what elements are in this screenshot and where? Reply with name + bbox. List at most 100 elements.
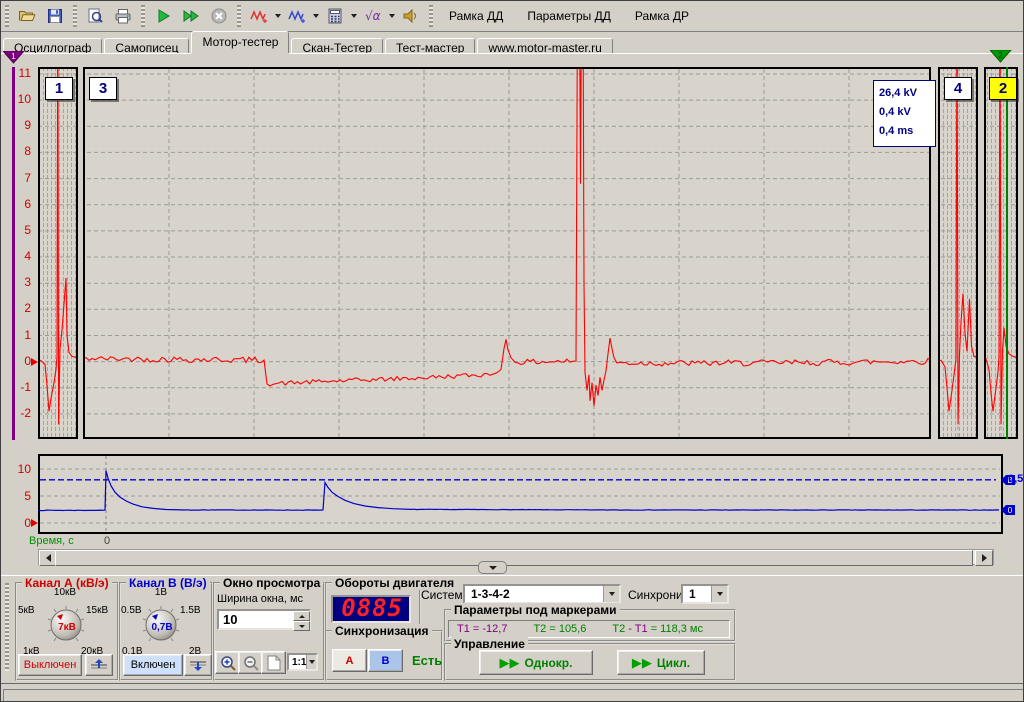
cycle-run-button[interactable]: ▶▶ Цикл. — [617, 650, 705, 675]
calculator-button[interactable] — [322, 4, 348, 28]
tab-bar: ОсциллографСамописецМотор-тестерСкан-Тес… — [1, 31, 1024, 53]
overview-canvas[interactable] — [38, 454, 1003, 534]
zero-level-marker[interactable]: 0 — [1001, 505, 1015, 515]
system-select[interactable]: 1-3-4-2 — [463, 584, 621, 604]
workspace: 1 2 11109876543210-1-2 1 3 4 2 26,4 kV 0… — [1, 53, 1024, 576]
channel-a-scale-5: 5кВ — [18, 605, 35, 616]
sync-channel-a-button[interactable]: А — [332, 649, 367, 672]
spin-down-button[interactable] — [293, 621, 310, 631]
marker-2-line[interactable] — [1006, 67, 1008, 439]
panel-label-cyl3: 3 — [89, 77, 117, 100]
channel-a-scale-15: 15кВ — [86, 605, 108, 616]
chevron-down-icon[interactable] — [273, 4, 283, 28]
wave-blue-button[interactable] — [284, 4, 310, 28]
sound-button[interactable] — [398, 4, 424, 28]
scrollbar-thumb[interactable] — [55, 550, 973, 566]
rpm-display: 0885 — [331, 595, 411, 623]
toolbar-gripper[interactable] — [237, 5, 241, 27]
preview-icon — [86, 7, 104, 25]
single-run-button[interactable]: ▶▶ Однокр. — [479, 650, 593, 675]
tab-3[interactable]: Мотор-тестер — [191, 31, 289, 53]
management-title: Управление — [451, 637, 528, 651]
menu-item-2[interactable]: Параметры ДД — [515, 2, 623, 30]
sync-channel-value: 1 — [683, 587, 711, 601]
window-width-spinner[interactable] — [293, 611, 310, 631]
marker-1-handle[interactable]: 1 — [3, 51, 25, 64]
chevron-down-icon[interactable] — [387, 4, 397, 28]
toolbar-gripper[interactable] — [141, 5, 145, 27]
stop-button[interactable] — [206, 4, 232, 28]
play-fast-icon — [182, 7, 200, 25]
sqrt-alpha-button[interactable]: √α — [360, 4, 386, 28]
open-button[interactable] — [14, 4, 40, 28]
marker-2-handle[interactable]: 2 — [990, 50, 1012, 63]
page-icon — [267, 655, 281, 671]
svg-text:7кВ: 7кВ — [58, 622, 76, 633]
play-icon — [154, 7, 172, 25]
channel-a-knob[interactable]: 7кВ — [44, 603, 88, 647]
status-bar — [3, 689, 1024, 702]
channel-b-knob[interactable]: 0,7В — [139, 603, 183, 647]
toolbar-gripper[interactable] — [5, 5, 9, 27]
horizontal-scrollbar[interactable] — [38, 549, 994, 565]
chevron-down-icon[interactable] — [711, 586, 727, 602]
scope-ytick-2: 2 — [3, 301, 31, 315]
toolbar-gripper[interactable] — [73, 5, 77, 27]
sync-channel-select[interactable]: 1 — [681, 584, 729, 604]
scroll-right-button[interactable] — [975, 550, 993, 566]
view-window-title: Окно просмотра — [220, 576, 323, 590]
main-scope-canvas[interactable] — [38, 67, 1018, 439]
menu-item-1[interactable]: Рамка ДД — [437, 2, 515, 30]
sync-channel-b-button[interactable]: В — [368, 649, 403, 672]
channel-a-state-button[interactable]: Выключен — [18, 654, 82, 676]
scope-ytick-1: 1 — [3, 328, 31, 342]
calculator-icon — [326, 7, 344, 25]
overview-ytick-5: 5 — [3, 489, 31, 503]
channel-a-levels-button[interactable] — [85, 654, 113, 676]
print-icon — [114, 7, 132, 25]
print-button[interactable] — [110, 4, 136, 28]
system-value: 1-3-4-2 — [465, 587, 603, 601]
marker-params-title: Параметры под маркерами — [451, 603, 620, 617]
scope-ytick-9: 9 — [3, 118, 31, 132]
zoom-ratio-select[interactable]: 1:1 — [287, 653, 318, 671]
scope-ytick-11: 11 — [3, 66, 31, 80]
collapse-panel-button[interactable] — [478, 561, 507, 574]
scope-ytick-5: 5 — [3, 223, 31, 237]
sync-title: Синхронизация — [332, 624, 432, 638]
panel-gripper[interactable] — [5, 583, 9, 671]
chevron-down-icon[interactable] — [311, 4, 321, 28]
zoom-in-button[interactable] — [215, 651, 240, 674]
open-icon — [18, 7, 36, 25]
toolbar: √α Рамка ДДПараметры ДДРамка ДР — [1, 1, 1024, 32]
overview-ytick-0: 0 — [3, 516, 31, 530]
channel-b-levels-button[interactable] — [184, 654, 212, 676]
toolbar-gripper[interactable] — [429, 5, 433, 27]
zoom-in-icon — [220, 655, 236, 671]
preview-button[interactable] — [82, 4, 108, 28]
scope-ytick-6: 6 — [3, 197, 31, 211]
zoom-out-button[interactable] — [238, 651, 263, 674]
measurement-info-box: 26,4 kV 0,4 kV 0,4 ms — [873, 80, 936, 147]
svg-text:0,7В: 0,7В — [151, 622, 172, 633]
save-button[interactable] — [42, 4, 68, 28]
scope-ytick-8: 8 — [3, 144, 31, 158]
chevron-down-icon[interactable] — [306, 655, 316, 669]
delta-t-value: T2 - T1 = 118,3 мс — [612, 623, 703, 635]
wave-red-button[interactable] — [246, 4, 272, 28]
channel-b-state-button[interactable]: Включен — [123, 654, 183, 676]
t2-value: T2 = 105,6 — [533, 623, 586, 635]
menu-item-3[interactable]: Рамка ДР — [623, 2, 701, 30]
scope-ytick--1: -1 — [3, 380, 31, 394]
overview-zero-arrow — [31, 519, 38, 527]
play-button[interactable] — [150, 4, 176, 28]
svg-text:2: 2 — [998, 51, 1003, 60]
svg-text:0: 0 — [1008, 506, 1013, 515]
play-fast-button[interactable] — [178, 4, 204, 28]
play-fast-icon: ▶▶ — [500, 655, 520, 671]
motor-tester-window: √α Рамка ДДПараметры ДДРамка ДР Осциллогр… — [0, 0, 1024, 702]
chevron-down-icon[interactable] — [349, 4, 359, 28]
spin-up-button[interactable] — [293, 611, 310, 621]
chevron-down-icon[interactable] — [603, 586, 619, 602]
new-view-button[interactable] — [261, 651, 286, 674]
